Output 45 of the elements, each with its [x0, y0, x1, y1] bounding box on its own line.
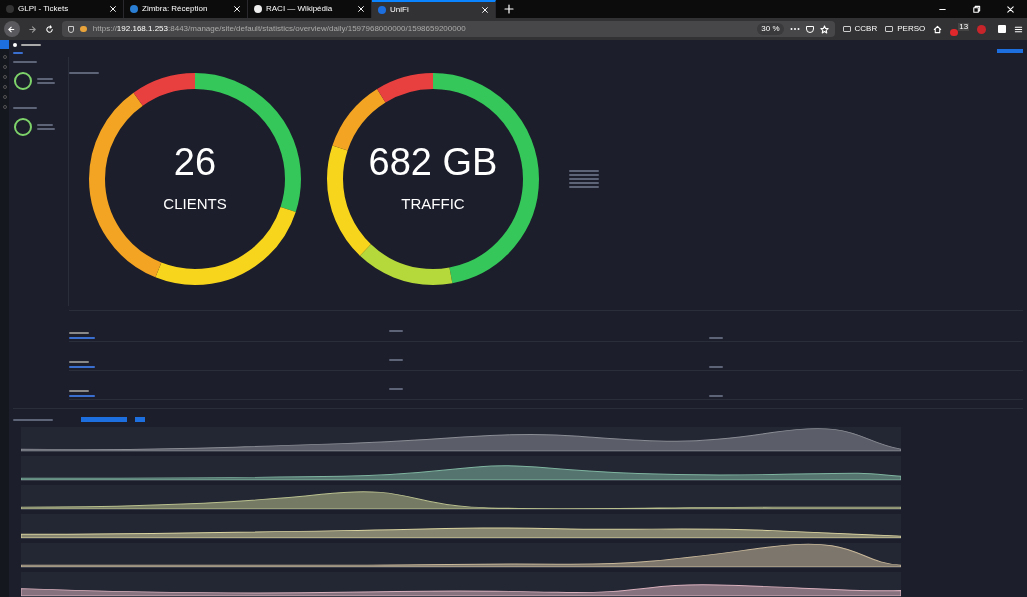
notification-badge: 13: [958, 22, 970, 31]
lock-extension-icon[interactable]: [950, 28, 959, 36]
stat-value: 682 GB: [368, 142, 498, 181]
bookmark-folder[interactable]: CCBR: [842, 23, 878, 35]
blurred-label: [13, 60, 37, 63]
mini-donut-icon: [13, 116, 33, 137]
home-icon[interactable]: [933, 24, 943, 34]
url-text: https://192.168.1.253:8443/manage/site/default/statistics/overview/daily/1597968000000/1598659200000: [92, 23, 467, 35]
site-icon: [130, 5, 138, 13]
tab-title: RACI — Wikipédia: [266, 3, 334, 15]
more-icon[interactable]: [789, 27, 800, 31]
stat-label: TRAFFIC: [401, 193, 465, 214]
close-icon[interactable]: [357, 5, 365, 13]
app-logo-icon: [13, 42, 17, 47]
reload-icon[interactable]: [44, 24, 54, 34]
back-button[interactable]: [4, 21, 20, 37]
site-icon: [254, 5, 262, 13]
bookmark-folder[interactable]: PERSO: [885, 23, 926, 35]
site-icon: [378, 6, 386, 14]
tab-title: GLPI - Tickets: [18, 3, 70, 15]
close-icon[interactable]: [481, 6, 489, 14]
zoom-level[interactable]: 30 %: [757, 23, 784, 35]
tab-title: UniFi: [390, 4, 410, 16]
shield-icon: [67, 25, 74, 33]
blurred-label: [69, 71, 99, 74]
stat-value: 26: [173, 142, 217, 181]
address-bar[interactable]: https://192.168.1.253:8443/manage/site/default/statistics/overview/daily/1597968000000/1598659200000 30 %: [61, 21, 835, 37]
forward-icon[interactable]: [27, 24, 37, 34]
stat-label: CLIENTS: [163, 193, 227, 214]
header-button[interactable]: [997, 48, 1023, 53]
blurred-label: [21, 43, 41, 46]
site-icon: [6, 5, 14, 13]
star-icon[interactable]: [819, 24, 829, 34]
close-icon[interactable]: [233, 5, 241, 13]
mini-donut-icon: [13, 70, 33, 91]
blurred-label: [13, 418, 53, 421]
menu-icon[interactable]: [1014, 24, 1023, 34]
close-icon[interactable]: [109, 5, 117, 13]
tab-title: Zimbra: Réception: [142, 3, 209, 15]
new-tab-icon[interactable]: [504, 4, 514, 14]
back-arrow-icon: [7, 24, 17, 34]
restore-icon[interactable]: [971, 4, 981, 14]
close-window-icon[interactable]: [1005, 4, 1015, 14]
blurred-label: [13, 106, 37, 109]
browser-tab[interactable]: UniFi: [372, 0, 496, 18]
